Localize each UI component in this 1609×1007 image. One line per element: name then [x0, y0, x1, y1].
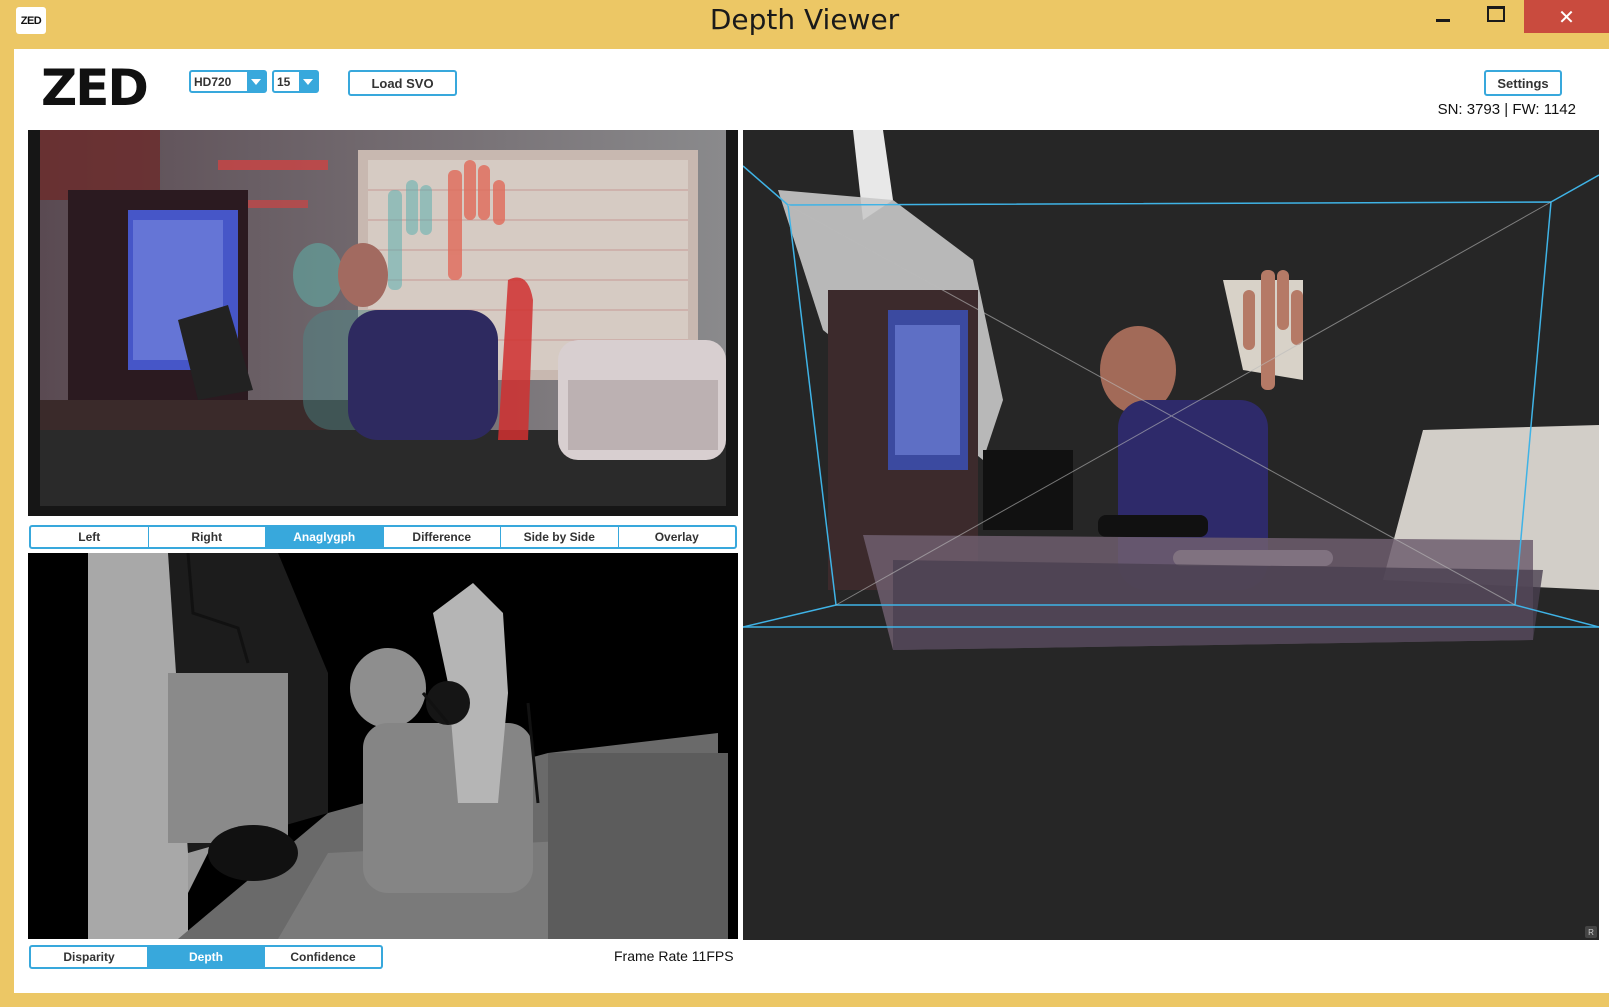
settings-button[interactable]: Settings	[1484, 70, 1562, 96]
fps-value: 15	[277, 74, 291, 89]
minimize-icon	[1436, 19, 1450, 22]
tab-right[interactable]: Right	[149, 527, 266, 547]
tab-depth[interactable]: Depth	[148, 947, 265, 967]
tab-overlay[interactable]: Overlay	[619, 527, 736, 547]
zed-app-icon[interactable]: ZED	[16, 7, 46, 34]
close-button[interactable]: ✕	[1524, 0, 1609, 33]
point-cloud-image	[743, 130, 1599, 940]
frame-rate-label: Frame Rate 11FPS	[614, 948, 734, 964]
main-client-area: ZED HD720 15 Load SVO Settings SN: 3793 …	[14, 49, 1609, 993]
taskbar-strip	[0, 993, 1609, 1007]
corner-badge: R	[1585, 926, 1597, 938]
view-mode-tabs: Left Right Anaglygph Difference Side by …	[29, 525, 737, 549]
resolution-value: HD720	[194, 74, 232, 89]
point-cloud-viewer[interactable]: R	[743, 130, 1599, 940]
tab-anaglyph[interactable]: Anaglygph	[266, 527, 384, 547]
tab-side-by-side[interactable]: Side by Side	[501, 527, 619, 547]
depth-mode-tabs: Disparity Depth Confidence	[29, 945, 383, 969]
depth-map-image	[28, 553, 738, 939]
depth-map-panel[interactable]	[28, 553, 738, 939]
title-bar: ZED Depth Viewer ✕	[0, 0, 1609, 47]
serial-firmware-info: SN: 3793 | FW: 1142	[1437, 101, 1576, 118]
chevron-down-icon[interactable]	[247, 72, 265, 91]
tab-confidence[interactable]: Confidence	[265, 947, 381, 967]
window-title: Depth Viewer	[709, 3, 900, 36]
load-svo-button[interactable]: Load SVO	[348, 70, 457, 96]
anaglyph-scene-image	[28, 130, 738, 516]
fps-select[interactable]: 15	[272, 70, 319, 93]
tab-disparity[interactable]: Disparity	[31, 947, 148, 967]
minimize-button[interactable]	[1418, 0, 1468, 33]
chevron-down-icon[interactable]	[299, 72, 317, 91]
tab-left[interactable]: Left	[31, 527, 149, 547]
resolution-select[interactable]: HD720	[189, 70, 267, 93]
maximize-icon	[1487, 5, 1505, 22]
stereo-view-panel[interactable]	[28, 130, 738, 516]
tab-difference[interactable]: Difference	[384, 527, 501, 547]
zed-logo: ZED	[41, 59, 149, 117]
maximize-button[interactable]	[1470, 0, 1522, 33]
